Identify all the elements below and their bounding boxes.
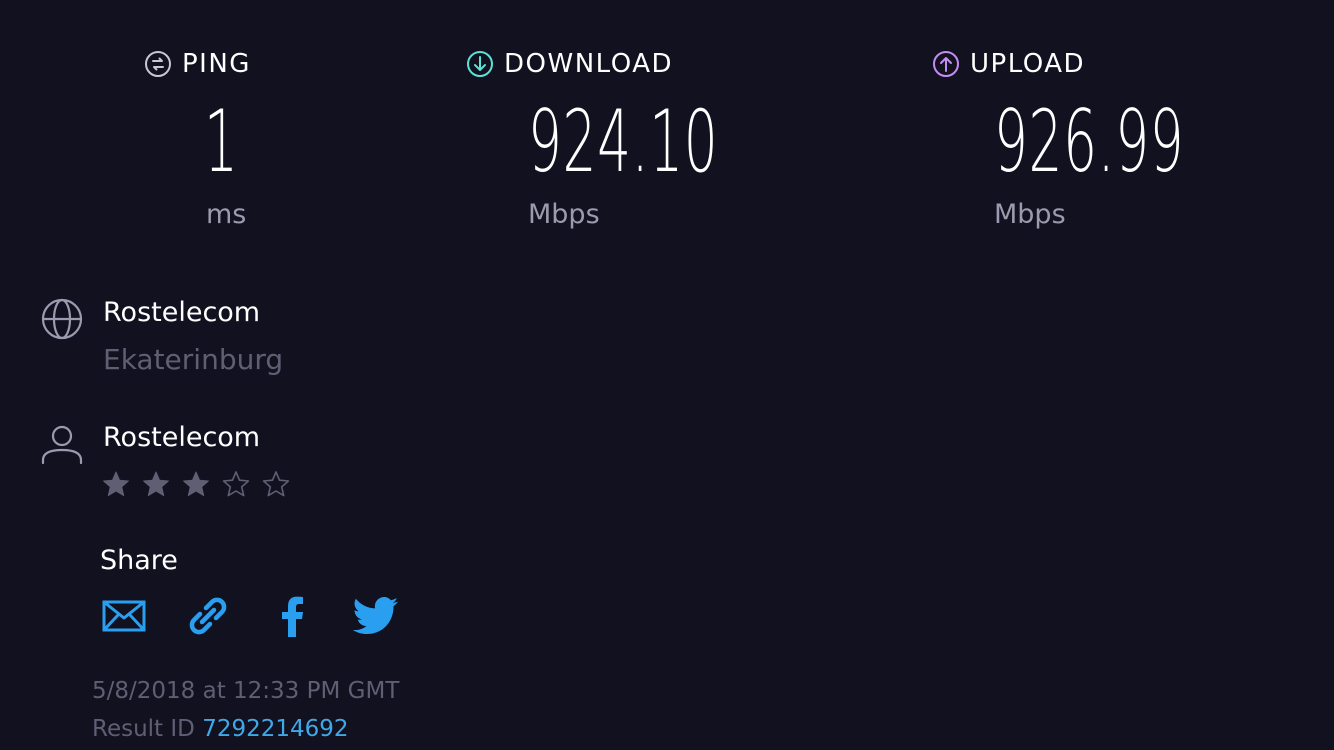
share-label: Share (100, 545, 178, 576)
facebook-icon (282, 596, 303, 637)
star-empty-icon[interactable] (222, 470, 250, 498)
star-filled-icon[interactable] (142, 470, 170, 498)
upload-label: UPLOAD (970, 49, 1086, 79)
ping-unit: ms (206, 199, 247, 230)
provider-name: Rostelecom (103, 422, 261, 453)
download-label: DOWNLOAD (504, 49, 674, 79)
result-id-label: Result ID (92, 716, 195, 742)
isp-name: Rostelecom (103, 297, 261, 328)
twitter-icon (353, 597, 399, 635)
star-filled-icon[interactable] (102, 470, 130, 498)
link-icon (189, 597, 227, 635)
download-metric: DOWNLOAD 924.10 Mbps (466, 44, 718, 230)
share-email-button[interactable] (101, 594, 147, 638)
star-empty-icon[interactable] (262, 470, 290, 498)
result-id-link[interactable]: 7292214692 (202, 716, 348, 742)
download-arrow-icon (467, 51, 493, 77)
ping-value: 1 (204, 92, 239, 192)
email-icon (102, 600, 146, 632)
globe-icon (41, 298, 83, 340)
provider-rating[interactable] (102, 470, 290, 498)
ping-icon (145, 51, 171, 77)
share-twitter-button[interactable] (353, 594, 399, 638)
result-id-line: Result ID 7292214692 (92, 716, 349, 742)
download-unit: Mbps (528, 199, 600, 230)
upload-value: 926.99 (994, 92, 1185, 192)
ping-metric: PING 1 ms (144, 44, 251, 230)
download-header: DOWNLOAD (466, 44, 673, 84)
share-facebook-button[interactable] (269, 594, 315, 638)
share-link-button[interactable] (185, 594, 231, 638)
upload-header: UPLOAD (932, 44, 1085, 84)
result-timestamp: 5/8/2018 at 12:33 PM GMT (92, 678, 400, 704)
ping-header: PING (144, 44, 251, 84)
ping-label: PING (182, 49, 251, 79)
user-icon (41, 425, 83, 465)
upload-metric: UPLOAD 926.99 Mbps (932, 44, 1184, 230)
star-filled-icon[interactable] (182, 470, 210, 498)
upload-arrow-icon (933, 51, 959, 77)
isp-location: Ekaterinburg (103, 343, 284, 376)
download-value: 924.10 (528, 92, 719, 192)
speedtest-result-screen: PING 1 ms DOWNLOAD 924.10 Mbps UPLOAD 92… (0, 0, 1334, 750)
upload-unit: Mbps (994, 199, 1066, 230)
